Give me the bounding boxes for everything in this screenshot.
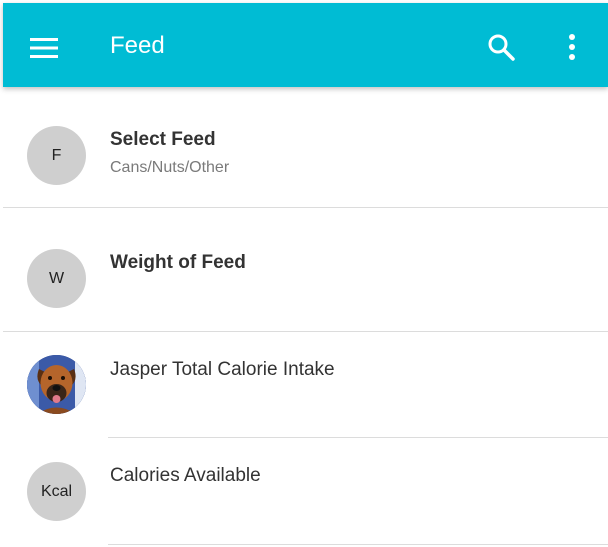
avatar: Kcal bbox=[27, 462, 86, 521]
menu-button[interactable] bbox=[25, 29, 63, 67]
more-options-button[interactable] bbox=[557, 27, 587, 67]
divider bbox=[108, 544, 608, 545]
list-item-title: Weight of Feed bbox=[110, 252, 246, 273]
list-item-title: Calories Available bbox=[110, 465, 261, 486]
avatar: F bbox=[27, 126, 86, 185]
hamburger-menu-icon bbox=[30, 38, 58, 58]
search-button[interactable] bbox=[481, 27, 521, 67]
app-bar: Feed bbox=[3, 3, 608, 87]
list-item-calories-available[interactable]: Kcal Calories Available bbox=[3, 438, 608, 545]
dog-photo bbox=[27, 355, 86, 414]
list-item-select-feed[interactable]: F Select Feed Cans/Nuts/Other bbox=[3, 90, 608, 208]
list-item-total-calorie-intake[interactable]: Jasper Total Calorie Intake bbox=[3, 332, 608, 437]
list-item-title: Jasper Total Calorie Intake bbox=[110, 359, 335, 380]
dog-avatar bbox=[27, 355, 86, 414]
list-item-title: Select Feed bbox=[110, 129, 216, 150]
search-icon bbox=[488, 34, 515, 61]
list-item-weight-of-feed[interactable]: W Weight of Feed bbox=[3, 208, 608, 331]
list-item-subtitle: Cans/Nuts/Other bbox=[110, 159, 230, 176]
page-title: Feed bbox=[110, 32, 165, 59]
more-vertical-icon bbox=[569, 34, 575, 60]
avatar: W bbox=[27, 249, 86, 308]
app-screen: Feed F Select Feed Cans/Nuts/Other W Wei… bbox=[0, 0, 608, 547]
